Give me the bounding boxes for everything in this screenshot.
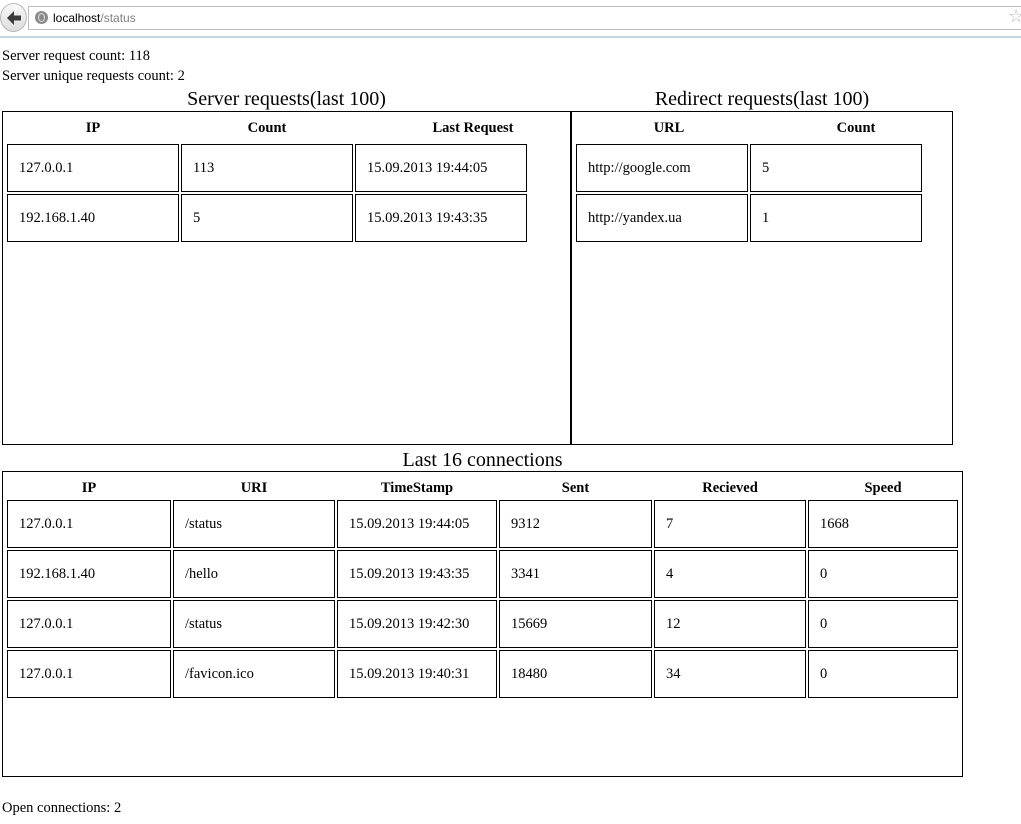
redirect-row-1-url: http://google.com: [576, 144, 748, 192]
url-host: localhost: [53, 11, 101, 25]
server-col-ip: IP: [85, 120, 101, 136]
server-row-1-last-request: 15.09.2013 19:44:05: [355, 144, 527, 192]
conn-row-2-speed: 0: [808, 550, 958, 598]
redirect-row-2-url: http://yandex.ua: [576, 194, 748, 242]
redirect-row-1-count: 5: [750, 144, 922, 192]
server-row-2-last-request: 15.09.2013 19:43:35: [355, 194, 527, 242]
conn-row-4-recieved: 34: [654, 650, 806, 698]
conn-row-1-timestamp: 15.09.2013 19:44:05: [337, 500, 497, 548]
conn-col-timestamp: TimeStamp: [380, 480, 454, 496]
conn-row-1-sent: 9312: [499, 500, 652, 548]
toolbar-divider: [0, 36, 1021, 38]
server-unique-count: Server unique requests count: 2: [2, 68, 185, 84]
conn-row-2-uri: /hello: [173, 550, 335, 598]
server-row-1-count: 113: [181, 144, 353, 192]
conn-row-3-recieved: 12: [654, 600, 806, 648]
conn-row-4-uri: /favicon.ico: [173, 650, 335, 698]
conn-row-1-recieved: 7: [654, 500, 806, 548]
conn-row-1-uri: /status: [173, 500, 335, 548]
conn-row-1-ip: 127.0.0.1: [7, 500, 171, 548]
open-connections: Open connections: 2: [2, 800, 122, 816]
server-request-count: Server request count: 118: [2, 48, 151, 64]
conn-row-4-ip: 127.0.0.1: [7, 650, 171, 698]
conn-row-1-speed: 1668: [808, 500, 958, 548]
server-col-count: Count: [247, 120, 287, 136]
conn-col-uri: URI: [240, 480, 268, 496]
server-row-1-ip: 127.0.0.1: [7, 144, 179, 192]
conn-row-3-timestamp: 15.09.2013 19:42:30: [337, 600, 497, 648]
conn-row-2-timestamp: 15.09.2013 19:43:35: [337, 550, 497, 598]
conn-row-2-sent: 3341: [499, 550, 652, 598]
server-col-last-request: Last Request: [432, 120, 514, 136]
address-url[interactable]: localhost/status: [53, 11, 136, 25]
server-requests-title: Server requests(last 100): [187, 88, 386, 110]
redirect-row-2-count: 1: [750, 194, 922, 242]
server-row-2-ip: 192.168.1.40: [7, 194, 179, 242]
redirect-requests-title: Redirect requests(last 100): [654, 88, 870, 110]
redirect-col-count: Count: [836, 120, 876, 136]
server-row-2-count: 5: [181, 194, 353, 242]
conn-row-4-sent: 18480: [499, 650, 652, 698]
conn-row-4-timestamp: 15.09.2013 19:40:31: [337, 650, 497, 698]
conn-row-4-speed: 0: [808, 650, 958, 698]
back-button[interactable]: [0, 3, 27, 32]
conn-row-3-sent: 15669: [499, 600, 652, 648]
conn-col-sent: Sent: [561, 480, 590, 496]
conn-row-3-uri: /status: [173, 600, 335, 648]
conn-col-ip: IP: [81, 480, 97, 496]
conn-col-recieved: Recieved: [702, 480, 758, 496]
conn-row-3-ip: 127.0.0.1: [7, 600, 171, 648]
page-globe-icon: [35, 11, 48, 24]
conn-row-2-recieved: 4: [654, 550, 806, 598]
conn-col-speed: Speed: [864, 480, 902, 496]
connections-title: Last 16 connections: [402, 449, 563, 471]
address-bar[interactable]: [28, 6, 1021, 30]
conn-row-3-speed: 0: [808, 600, 958, 648]
url-path: /status: [100, 11, 136, 25]
bookmark-star-icon[interactable]: ☆: [1008, 8, 1021, 26]
back-arrow-icon: [7, 11, 21, 25]
conn-row-2-ip: 192.168.1.40: [7, 550, 171, 598]
redirect-col-url: URL: [653, 120, 685, 136]
